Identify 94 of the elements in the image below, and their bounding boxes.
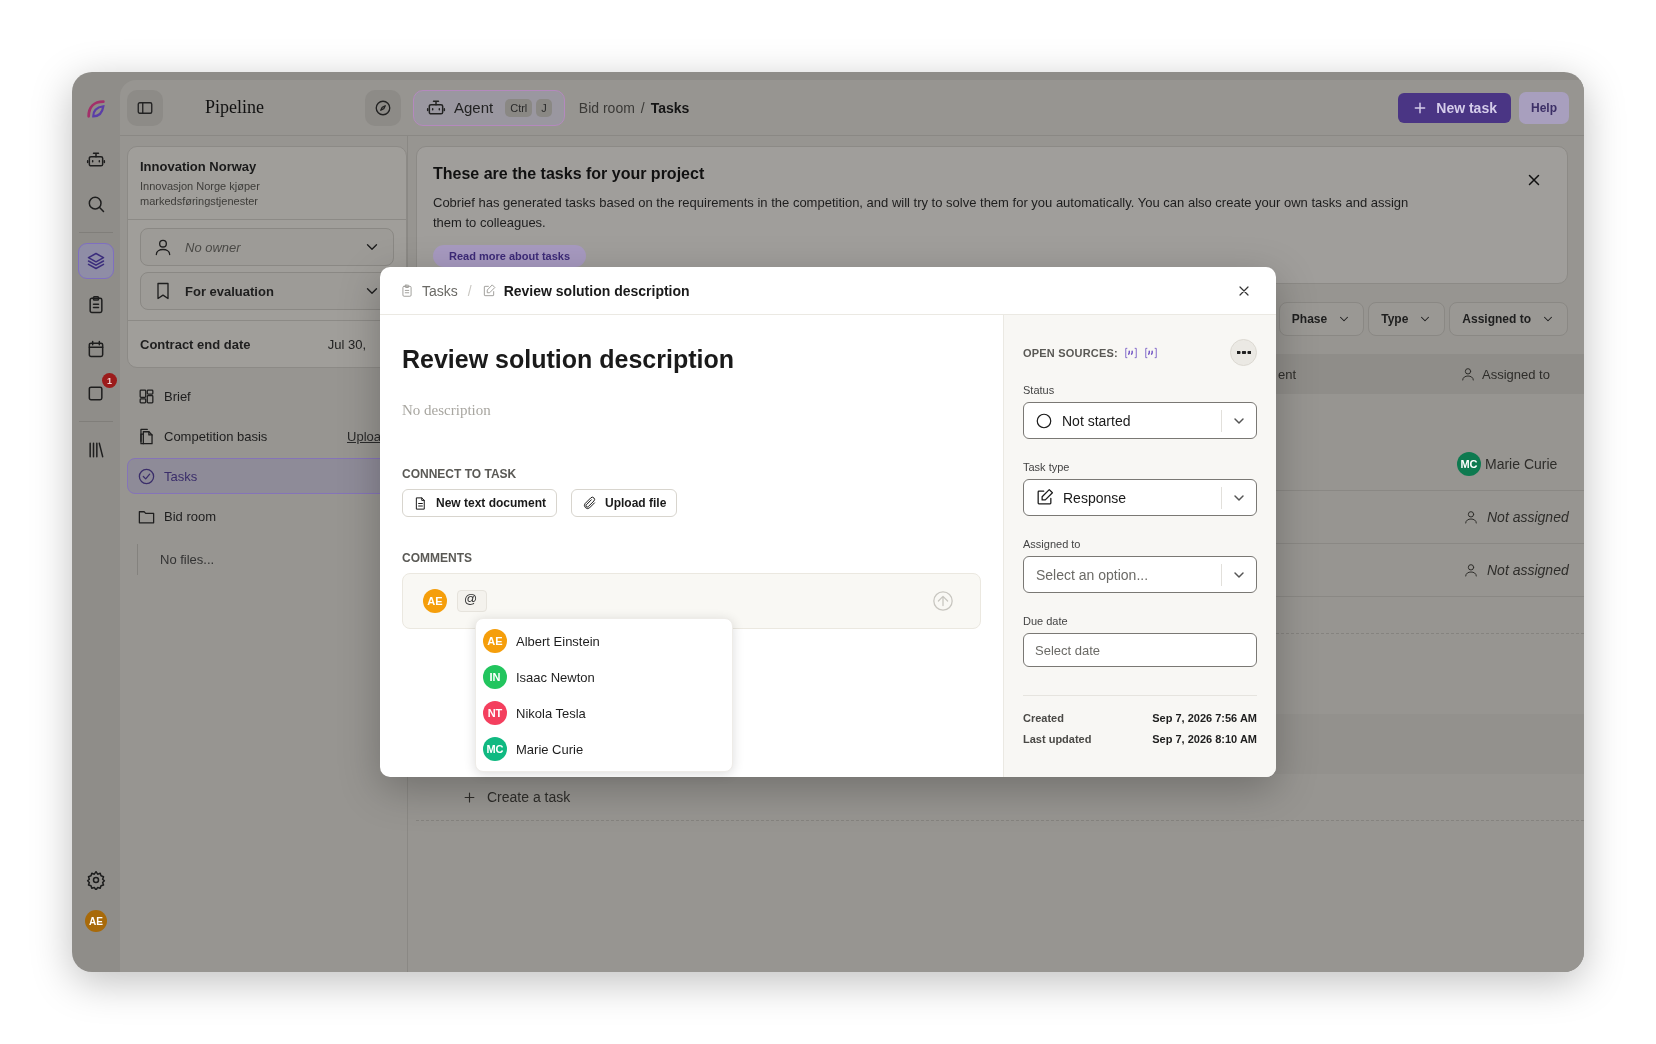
user-avatar[interactable]: AE: [85, 910, 107, 932]
user-avatar: MC: [1457, 452, 1481, 476]
new-task-button[interactable]: New task: [1398, 92, 1511, 123]
plus-icon: [462, 789, 477, 805]
filter-dropdown[interactable]: Phase: [1278, 302, 1365, 336]
user-avatar: AE: [423, 589, 447, 613]
assignee-name: Not assigned: [1487, 509, 1569, 525]
more-icon: [1236, 351, 1251, 354]
calendar-icon: [86, 339, 106, 359]
column-header: ent: [1278, 366, 1298, 382]
shortcut-key: J: [536, 98, 552, 117]
person-icon: [153, 237, 173, 257]
field-label: Contract end date: [140, 336, 252, 352]
user-avatar: AE: [483, 629, 507, 653]
task-type-select[interactable]: Response: [1023, 479, 1257, 516]
breadcrumb-link[interactable]: Tasks: [422, 282, 458, 299]
books-icon: [86, 440, 106, 460]
empty-files-text: No files...: [160, 552, 215, 567]
user-avatar: IN: [483, 665, 507, 689]
quote-icon[interactable]: [1143, 345, 1158, 360]
read-more-button[interactable]: Read more about tasks: [433, 245, 587, 267]
mention-option[interactable]: MC Marie Curie: [476, 731, 732, 767]
upload-link[interactable]: Uploa: [347, 428, 381, 444]
meta-label: Created: [1023, 712, 1064, 724]
compass-button[interactable]: [365, 89, 401, 126]
breadcrumb-current: Tasks: [650, 99, 690, 116]
status-select[interactable]: Not started: [1023, 402, 1257, 439]
rail-button[interactable]: 1: [78, 375, 114, 411]
banner-title: These are the tasks for your project: [433, 165, 705, 183]
mention-option[interactable]: NT Nikola Tesla: [476, 695, 732, 731]
nav-item[interactable]: Competition basis: [127, 418, 348, 454]
app-title: Pipeline: [205, 97, 265, 118]
clipboard-icon: [400, 283, 414, 298]
clipboard-icon: [86, 295, 106, 315]
layers-icon: [86, 251, 106, 271]
assignee-name: Marie Curie: [1485, 456, 1558, 472]
breadcrumb-separator: /: [640, 99, 645, 116]
compass-icon: [374, 98, 392, 117]
more-button[interactable]: [1230, 339, 1257, 366]
edit-icon: [481, 283, 496, 298]
person-icon: [1463, 562, 1479, 578]
documents-icon: [137, 426, 156, 446]
breadcrumb-current: Review solution description: [503, 282, 690, 299]
square-icon: [86, 383, 106, 403]
breadcrumb-link[interactable]: Bid room: [578, 99, 635, 116]
sidebar-toggle-button[interactable]: [127, 89, 163, 126]
column-header: Assigned to: [1482, 366, 1550, 382]
document-icon: [413, 495, 428, 511]
date-value[interactable]: Jul 30,: [327, 336, 366, 352]
section-label: CONNECT TO TASK: [402, 467, 518, 481]
user-avatar: NT: [483, 701, 507, 725]
upload-button[interactable]: Upload file: [571, 489, 678, 517]
shortcut-key: Ctrl: [505, 98, 533, 117]
assignee-select[interactable]: Select an option...: [1023, 556, 1257, 593]
task-title: Review solution description: [402, 345, 735, 374]
section-label: COMMENTS: [402, 551, 473, 565]
search-icon: [86, 194, 106, 214]
robot-icon: [86, 150, 106, 170]
new-document-button[interactable]: New text document: [402, 489, 557, 517]
filter-dropdown[interactable]: Type: [1368, 302, 1446, 336]
user-avatar: MC: [483, 737, 507, 761]
notification-badge: 1: [102, 373, 117, 388]
help-button[interactable]: Help: [1519, 91, 1569, 124]
agent-button[interactable]: Agent Ctrl J: [413, 89, 565, 126]
check-circle-icon: [137, 466, 156, 486]
field-label: Status: [1023, 384, 1056, 396]
settings-icon[interactable]: [86, 870, 106, 890]
person-icon: [1460, 366, 1476, 382]
sources-label: OPEN SOURCES:: [1023, 346, 1118, 359]
breadcrumb-separator: /: [467, 282, 472, 299]
project-subtitle: Innovasjon Norge kjøper markedsføringstjenester: [140, 179, 261, 209]
rail-button[interactable]: [78, 243, 114, 279]
filter-dropdown[interactable]: Assigned to: [1449, 302, 1568, 336]
assignee-name: Not assigned: [1487, 562, 1569, 578]
edit-icon: [1035, 488, 1054, 507]
nav-item[interactable]: Brief: [127, 378, 399, 414]
nav-item[interactable]: Bid room: [127, 498, 399, 534]
paperclip-icon: [582, 495, 597, 511]
owner-select[interactable]: No owner: [140, 228, 394, 266]
mention-option[interactable]: IN Isaac Newton: [476, 659, 732, 695]
person-icon: [1463, 509, 1479, 525]
field-label: Assigned to: [1023, 538, 1082, 550]
meta-value: Sep 7, 2026 8:10 AM: [1152, 733, 1257, 745]
meta-label: Last updated: [1023, 733, 1092, 745]
meta-value: Sep 7, 2026 7:56 AM: [1152, 712, 1257, 724]
project-name: Innovation Norway: [140, 159, 258, 174]
field-label: Task type: [1023, 461, 1071, 473]
mention-text: @: [457, 590, 487, 612]
banner-text: Cobrief has generated tasks based on the requirements in the competition, and will try to solve them for you automatically. You can also create your own tasks and assign them to colleagues.: [433, 194, 1410, 232]
circle-icon: [1035, 411, 1053, 430]
field-label: Due date: [1023, 615, 1069, 627]
date-field[interactable]: Select date: [1023, 633, 1257, 667]
quote-icon[interactable]: [1123, 345, 1138, 360]
comment-field[interactable]: AE @: [402, 573, 981, 629]
